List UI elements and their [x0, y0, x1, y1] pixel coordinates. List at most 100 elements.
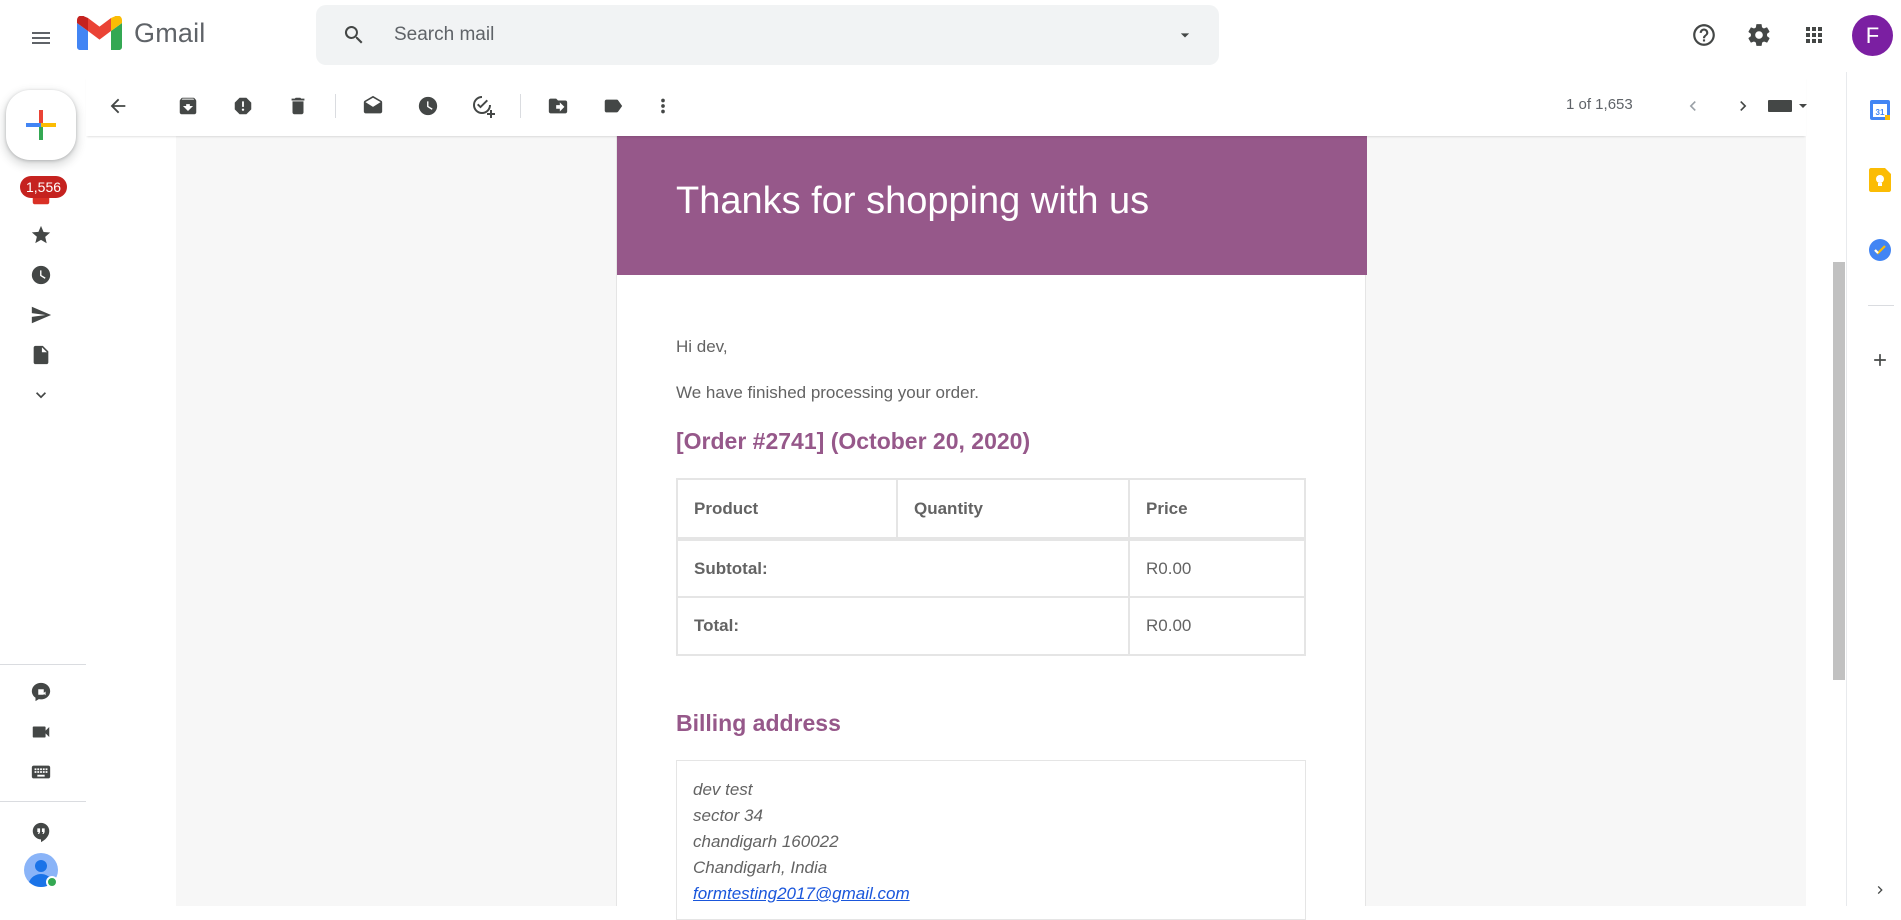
order-table: Product Quantity Price Subtotal: R0.00 T… — [676, 478, 1306, 656]
calendar-icon: 31 — [1870, 100, 1890, 120]
keep-bulb-icon — [1869, 168, 1891, 192]
trash-icon — [291, 97, 305, 115]
more-options-button[interactable] — [643, 86, 683, 126]
back-button[interactable] — [98, 86, 138, 126]
rail-divider — [0, 664, 86, 665]
greeting: Hi dev, — [676, 337, 728, 356]
billing-line-3: Chandigarh, India — [693, 858, 828, 877]
sidebar-item-meet-join[interactable] — [20, 714, 62, 750]
toolbar-divider — [335, 94, 336, 118]
sidebar-item-snoozed[interactable] — [20, 257, 62, 293]
add-task-icon — [473, 96, 495, 118]
mark-unread-button[interactable] — [353, 86, 393, 126]
table-header-row: Product Quantity Price — [676, 478, 1306, 540]
message-toolbar: 1 of 1,653 — [86, 76, 1807, 136]
archive-button[interactable] — [168, 86, 208, 126]
hide-side-panel-button[interactable] — [1862, 878, 1898, 902]
get-addons-button[interactable] — [1862, 342, 1898, 378]
compose-plus-icon — [26, 110, 56, 140]
hangouts-icon — [32, 822, 50, 843]
column-header-quantity: Quantity — [896, 478, 1130, 540]
caret-down-icon — [1180, 33, 1190, 38]
settings-button[interactable] — [1737, 13, 1781, 57]
keep-addon[interactable] — [1862, 162, 1898, 198]
billing-heading: Billing address — [676, 710, 841, 736]
sidebar-item-starred[interactable] — [20, 217, 62, 253]
account-avatar[interactable]: F — [1852, 15, 1893, 56]
sidebar-item-keyboard[interactable] — [20, 754, 62, 790]
order-heading: [Order #2741] (October 20, 2020) — [676, 428, 1031, 454]
column-header-price: Price — [1128, 478, 1306, 540]
send-icon — [31, 306, 52, 324]
inbox-unread-badge: 1,556 — [20, 176, 68, 198]
apps-button[interactable] — [1792, 13, 1836, 57]
input-tools-button[interactable] — [1754, 86, 1824, 126]
tasks-addon[interactable] — [1862, 232, 1898, 268]
total-label: Total: — [676, 596, 1130, 656]
search-button[interactable] — [334, 15, 374, 55]
main-menu-button[interactable] — [17, 14, 65, 62]
gmail-logo[interactable]: Gmail — [77, 16, 206, 50]
sidebar-more-button[interactable] — [20, 377, 62, 413]
report-spam-button[interactable] — [223, 86, 263, 126]
more-vert-icon — [661, 98, 665, 114]
search-input[interactable] — [394, 24, 1154, 46]
mark-unread-icon — [363, 95, 383, 114]
total-value: R0.00 — [1128, 596, 1306, 656]
email-body: Thanks for shopping with us Hi dev, We h… — [616, 136, 1367, 920]
search-options-button[interactable] — [1175, 25, 1195, 45]
keyboard-icon — [1768, 100, 1807, 112]
compose-button[interactable] — [6, 90, 76, 160]
top-bar: Gmail F — [0, 0, 1901, 72]
archive-icon — [179, 97, 197, 115]
app-name: Gmail — [134, 17, 206, 48]
billing-name: dev test — [693, 780, 753, 799]
sidebar-item-meet-new[interactable] — [20, 674, 62, 710]
billing-line-2: chandigarh 160022 — [693, 832, 839, 851]
label-icon — [604, 99, 623, 113]
sidebar-item-drafts[interactable] — [20, 337, 62, 373]
table-row: Total: R0.00 — [676, 596, 1306, 656]
folder-move-icon — [548, 98, 568, 114]
column-header-product: Product — [676, 478, 898, 540]
hamburger-icon — [32, 32, 50, 44]
report-icon — [234, 97, 252, 115]
search-bar[interactable] — [316, 5, 1219, 65]
calendar-addon[interactable]: 31 — [1862, 92, 1898, 128]
billing-line-1: sector 34 — [693, 806, 763, 825]
plus-icon — [1874, 354, 1886, 366]
subtotal-value: R0.00 — [1128, 538, 1306, 598]
support-button[interactable] — [1682, 13, 1726, 57]
move-to-button[interactable] — [538, 86, 578, 126]
banner-title: Thanks for shopping with us — [676, 180, 1150, 222]
gmail-m-icon — [77, 16, 122, 50]
chevron-down-icon — [36, 392, 46, 399]
keyboard-icon — [31, 765, 51, 779]
delete-button[interactable] — [278, 86, 318, 126]
subtotal-label: Subtotal: — [676, 538, 1130, 598]
calendar-day: 31 — [1876, 108, 1885, 117]
star-icon — [31, 225, 51, 244]
user-avatar-icon — [24, 853, 58, 887]
scrollbar-thumb[interactable] — [1833, 262, 1845, 680]
message-text: We have finished processing your order. — [676, 383, 980, 402]
apps-grid-icon — [1806, 27, 1822, 43]
side-panel-divider — [1868, 305, 1894, 306]
help-icon — [1693, 24, 1715, 46]
meet-new-icon — [31, 682, 51, 702]
add-to-tasks-button[interactable] — [463, 86, 503, 126]
pagination-count: 1 of 1,653 — [1566, 96, 1633, 113]
billing-email-link[interactable]: formtesting2017@gmail.com — [693, 884, 910, 903]
video-camera-icon — [32, 726, 50, 738]
newer-button[interactable] — [1673, 86, 1713, 126]
labels-button[interactable] — [593, 86, 633, 126]
sidebar-item-hangouts[interactable] — [20, 814, 62, 850]
gear-icon — [1748, 24, 1770, 46]
chevron-right-icon — [1877, 886, 1883, 894]
snooze-button[interactable] — [408, 86, 448, 126]
arrow-back-icon — [110, 98, 126, 114]
sidebar-item-sent[interactable] — [20, 297, 62, 333]
toolbar-divider — [520, 94, 521, 118]
hangouts-user-avatar[interactable] — [24, 853, 58, 887]
draft-icon — [33, 345, 49, 365]
